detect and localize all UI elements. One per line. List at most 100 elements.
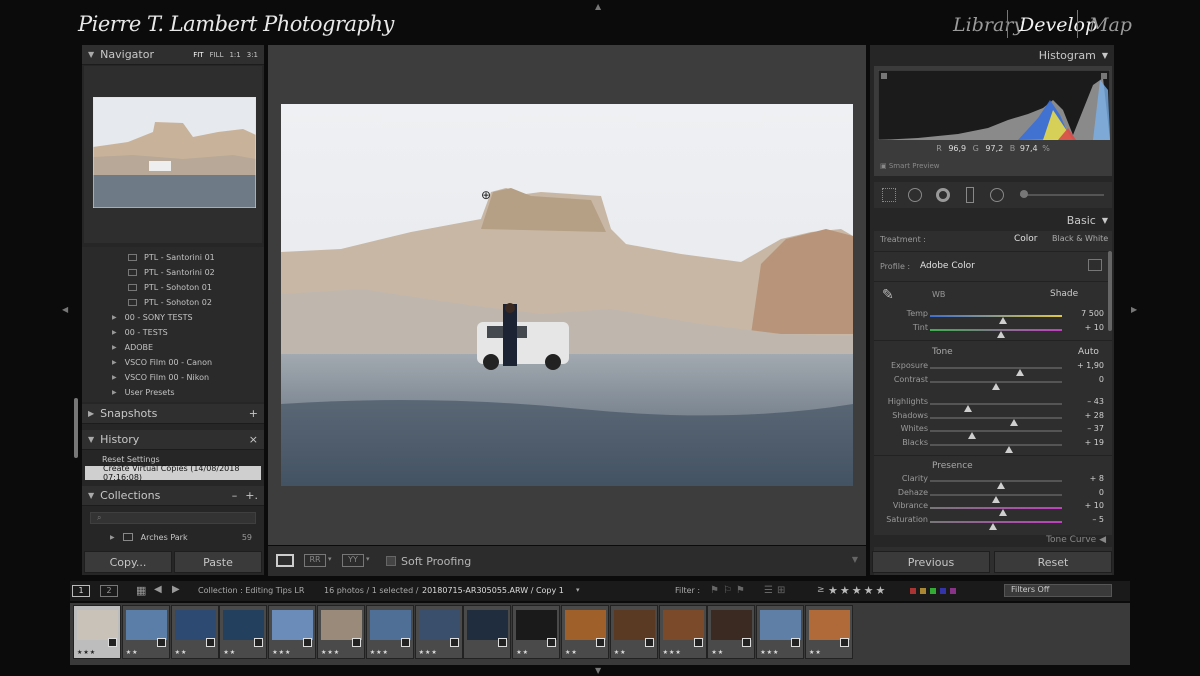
slider-handle[interactable] [997, 331, 1006, 338]
edited-badge-icon[interactable] [156, 638, 166, 647]
collection-item[interactable]: ▶ Arches Park 59 [82, 529, 264, 545]
main-photo[interactable]: ⊕ [281, 104, 853, 486]
graduated-filter-icon[interactable] [966, 187, 974, 203]
slider-value[interactable]: + 10 [1085, 323, 1104, 332]
slider-value[interactable]: + 10 [1085, 501, 1104, 510]
collection-source[interactable]: Collection : Editing Tips LR [198, 586, 304, 595]
slider-value[interactable]: – 43 [1087, 397, 1104, 406]
rating-operator[interactable]: ≥ [817, 585, 825, 595]
edited-badge-icon[interactable] [254, 638, 264, 647]
edited-badge-icon[interactable] [498, 638, 508, 647]
chevron-down-icon[interactable]: ▾ [328, 555, 332, 563]
right-panel-scrollbar[interactable] [1108, 251, 1112, 331]
rating-filter-stars[interactable]: ★★★★★ [828, 584, 887, 597]
toolbar-menu-icon[interactable]: ▼ [852, 555, 858, 564]
edit-filter-icons[interactable]: ☰⊞ [764, 585, 789, 596]
collections-search-input[interactable]: ⌕ [90, 512, 256, 524]
module-map[interactable]: Map [1089, 14, 1132, 36]
histogram-graph[interactable] [878, 70, 1110, 140]
filmstrip-thumbnail[interactable]: ★★★ [268, 605, 317, 659]
filmstrip-thumbnail[interactable]: ★★ [170, 605, 219, 659]
filmstrip-thumbnail[interactable]: ★★★ [756, 605, 805, 659]
previous-button[interactable]: Previous [872, 551, 990, 573]
slider-track[interactable] [930, 507, 1062, 516]
preset-item[interactable]: PTL - Sohoton 02 [82, 295, 264, 310]
slider-track[interactable] [930, 381, 1062, 390]
preset-item[interactable]: PTL - Santorini 02 [82, 265, 264, 280]
slider-shadows[interactable]: Shadows + 28 [870, 411, 1114, 426]
back-arrow-icon[interactable]: ◀ [154, 584, 162, 595]
yellow-label-icon[interactable] [920, 588, 926, 594]
preset-item[interactable]: PTL - Sohoton 01 [82, 280, 264, 295]
color-label-filter[interactable] [910, 588, 956, 594]
filmstrip-thumbnail[interactable]: ★★ [561, 605, 609, 659]
slider-track[interactable] [930, 315, 1062, 324]
add-collection-button[interactable]: +. [245, 489, 258, 502]
slider-track[interactable] [930, 367, 1062, 376]
module-library[interactable]: Library [953, 14, 1024, 36]
edited-badge-icon[interactable] [449, 638, 459, 647]
loupe-view-icon[interactable] [276, 554, 294, 567]
edited-badge-icon[interactable] [840, 638, 849, 647]
image-canvas[interactable]: ⊕ [268, 45, 866, 545]
slider-value[interactable]: 7 500 [1081, 309, 1104, 318]
collapse-triangle-icon[interactable]: ▼ [88, 50, 94, 59]
slider-track[interactable] [930, 403, 1062, 412]
clear-history-button[interactable]: × [249, 433, 258, 446]
filmstrip-thumbnail[interactable]: ★★ [121, 605, 170, 659]
slider-value[interactable]: + 1,90 [1077, 361, 1104, 370]
slider-value[interactable]: + 28 [1085, 411, 1104, 420]
navigator-thumbnail[interactable] [93, 97, 256, 208]
selected-filename[interactable]: 20180715-AR305055.ARW / Copy 1 [422, 586, 564, 595]
slider-track[interactable] [930, 480, 1062, 489]
navigator-preview[interactable] [84, 66, 262, 243]
before-after-icon[interactable]: RR [304, 554, 326, 567]
slider-value[interactable]: + 8 [1090, 474, 1104, 483]
remove-collection-button[interactable]: – [232, 489, 238, 502]
preset-folder[interactable]: ▶ VSCO Film 00 - Canon [82, 355, 264, 370]
edited-badge-icon[interactable] [742, 638, 752, 647]
slider-track[interactable] [930, 329, 1062, 338]
basic-header[interactable]: Basic ▼ [870, 210, 1114, 230]
slider-exposure[interactable]: Exposure + 1,90 [870, 361, 1114, 376]
flag-filter-icons[interactable]: ⚑⚐⚑ [710, 585, 749, 596]
soft-proofing-checkbox[interactable] [386, 556, 396, 566]
chevron-down-icon[interactable]: ▾ [576, 586, 580, 594]
collapse-triangle-icon[interactable]: ▼ [88, 435, 94, 444]
histogram-header[interactable]: Histogram ▼ [870, 45, 1114, 65]
preset-folder[interactable]: ▶ 00 - SONY TESTS [82, 310, 264, 325]
adjustment-brush-slider[interactable] [1020, 194, 1104, 196]
filmstrip-thumbnail[interactable]: ★★★ [317, 605, 365, 659]
filmstrip-thumbnail-selected[interactable]: ★★★ [73, 605, 121, 659]
radial-filter-icon[interactable] [990, 188, 1004, 202]
slider-handle[interactable] [992, 383, 1000, 390]
navigator-header[interactable]: ▼ Navigator FIT FILL 1:1 3:1 [82, 45, 264, 65]
edited-badge-icon[interactable] [400, 638, 410, 647]
filmstrip-thumbnail[interactable]: ★★ [219, 605, 268, 659]
green-label-icon[interactable] [930, 588, 936, 594]
edited-badge-icon[interactable] [303, 638, 313, 647]
grid-view-icon[interactable]: ▦ [136, 584, 146, 597]
collections-header[interactable]: ▼ Collections – +. [82, 486, 264, 506]
slider-tint[interactable]: Tint + 10 [870, 323, 1114, 338]
slider-blacks[interactable]: Blacks + 19 [870, 438, 1114, 453]
edited-badge-icon[interactable] [108, 638, 117, 647]
preset-folder[interactable]: ▶ User Presets [82, 385, 264, 400]
right-panel-toggle-icon[interactable]: ▶ [1131, 305, 1137, 314]
filter-preset-dropdown[interactable]: Filters Off [1004, 584, 1112, 597]
collapse-triangle-icon[interactable]: ▼ [88, 491, 94, 500]
add-snapshot-button[interactable]: + [249, 407, 258, 420]
preset-folder[interactable]: ▶ ADOBE [82, 340, 264, 355]
history-header[interactable]: ▼ History × [82, 430, 264, 450]
spot-removal-icon[interactable] [908, 188, 922, 202]
zoom-fill[interactable]: FILL [210, 51, 224, 59]
filmstrip-thumbnail[interactable] [463, 605, 512, 659]
slider-highlights[interactable]: Highlights – 43 [870, 397, 1114, 412]
edited-badge-icon[interactable] [596, 638, 605, 647]
zoom-1-1[interactable]: 1:1 [229, 51, 240, 59]
slider-track[interactable] [930, 417, 1062, 426]
edited-badge-icon[interactable] [644, 638, 654, 647]
tone-curve-header[interactable]: Tone Curve ◀ [870, 535, 1114, 547]
history-item-selected[interactable]: Create Virtual Copies (14/08/2018 07:16:… [85, 464, 261, 482]
preset-folder[interactable]: ▶ 00 - TESTS [82, 325, 264, 340]
